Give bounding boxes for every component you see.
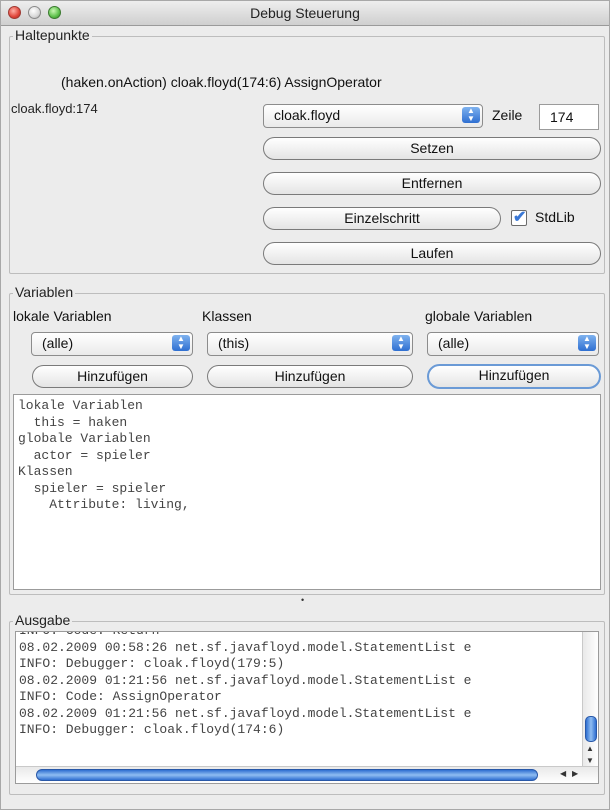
- line-label: Zeile: [492, 107, 523, 123]
- checkmark-icon: ✔: [513, 209, 527, 226]
- line-number-field[interactable]: 174: [539, 104, 599, 130]
- output-legend: Ausgabe: [13, 612, 73, 628]
- vertical-scrollbar-thumb[interactable]: [585, 716, 597, 742]
- variables-output-lines: lokale Variablen this = haken globale Var…: [18, 398, 596, 514]
- text-line: INFO: Debugger: cloak.floyd(174:6): [19, 722, 285, 737]
- variables-legend: Variablen: [13, 284, 76, 300]
- chevron-up-down-icon: ▲ ▼: [172, 335, 190, 351]
- text-line: INFO: Debugger: cloak.floyd(179:5): [19, 656, 285, 671]
- add-local-variable-button[interactable]: Hinzufügen: [32, 365, 193, 388]
- breakpoint-list[interactable]: cloak.floyd:174: [11, 101, 241, 266]
- text-line: globale Variablen: [18, 431, 151, 446]
- split-pane-divider[interactable]: •: [1, 594, 609, 606]
- horizontal-scrollbar-thumb[interactable]: [36, 769, 538, 781]
- current-location-text: (haken.onAction) cloak.floyd(174:6) Assi…: [61, 74, 382, 90]
- classes-select-value: (this): [218, 335, 250, 351]
- file-select[interactable]: cloak.floyd ▲ ▼: [263, 104, 483, 128]
- variables-output-area[interactable]: lokale Variablen this = haken globale Var…: [13, 394, 601, 590]
- line-number-value: 174: [550, 109, 574, 125]
- scroll-up-arrow-icon[interactable]: ▲: [586, 744, 594, 753]
- text-line: INFO: Code: AssignOperator: [19, 689, 222, 704]
- local-select-value: (alle): [42, 335, 74, 351]
- text-line: Klassen: [18, 464, 73, 479]
- file-select-value: cloak.floyd: [274, 107, 341, 123]
- scroll-left-arrow-icon[interactable]: ◀: [560, 769, 566, 778]
- scroll-down-arrow-icon[interactable]: ▼: [586, 756, 594, 765]
- title-bar[interactable]: Debug Steuerung: [1, 1, 609, 26]
- text-line: this = haken: [18, 414, 128, 430]
- breakpoints-legend: Haltepunkte: [13, 27, 92, 43]
- global-select-value: (alle): [438, 335, 470, 351]
- classes-label: Klassen: [202, 308, 252, 324]
- local-variables-label: lokale Variablen: [13, 308, 112, 324]
- text-line: 08.02.2009 01:21:56 net.sf.javafloyd.mod…: [19, 672, 472, 688]
- stdlib-checkbox[interactable]: ✔: [511, 209, 527, 226]
- step-button[interactable]: Einzelschritt: [263, 207, 501, 230]
- add-global-variable-button[interactable]: Hinzufügen: [427, 364, 601, 389]
- chevron-up-down-icon: ▲ ▼: [462, 107, 480, 123]
- add-class-button[interactable]: Hinzufügen: [207, 365, 413, 388]
- output-log-lines: INFO: Code: Return08.02.2009 00:58:26 ne…: [19, 632, 472, 739]
- global-variables-select[interactable]: (alle) ▲ ▼: [427, 332, 599, 356]
- debug-window: Debug Steuerung Haltepunkte (haken.onAct…: [0, 0, 610, 810]
- remove-breakpoint-button[interactable]: Entfernen: [263, 172, 601, 195]
- text-line: actor = spieler: [18, 447, 151, 463]
- set-breakpoint-button[interactable]: Setzen: [263, 137, 601, 160]
- classes-select[interactable]: (this) ▲ ▼: [207, 332, 413, 356]
- stdlib-label: StdLib: [535, 209, 575, 225]
- vertical-scrollbar[interactable]: ▲ ▼: [582, 632, 598, 768]
- text-line: 08.02.2009 01:21:56 net.sf.javafloyd.mod…: [19, 705, 472, 721]
- text-line: Attribute: living,: [18, 497, 190, 512]
- list-item[interactable]: cloak.floyd:174: [11, 101, 241, 116]
- local-variables-select[interactable]: (alle) ▲ ▼: [31, 332, 193, 356]
- text-line: INFO: Code: Return: [19, 632, 471, 640]
- window-title: Debug Steuerung: [250, 5, 360, 21]
- scroll-right-arrow-icon[interactable]: ▶: [572, 769, 578, 778]
- text-line: spieler = spieler: [18, 480, 167, 496]
- run-button[interactable]: Laufen: [263, 242, 601, 265]
- text-line: lokale Variablen: [18, 398, 143, 413]
- chevron-up-down-icon: ▲ ▼: [392, 335, 410, 351]
- divider-grip-icon: •: [301, 595, 305, 605]
- global-variables-label: globale Variablen: [425, 308, 533, 324]
- output-log-area[interactable]: INFO: Code: Return08.02.2009 00:58:26 ne…: [15, 631, 599, 784]
- text-line: 08.02.2009 00:58:26 net.sf.javafloyd.mod…: [19, 639, 472, 655]
- chevron-up-down-icon: ▲ ▼: [578, 335, 596, 351]
- horizontal-scrollbar[interactable]: ◀ ▶: [16, 766, 598, 783]
